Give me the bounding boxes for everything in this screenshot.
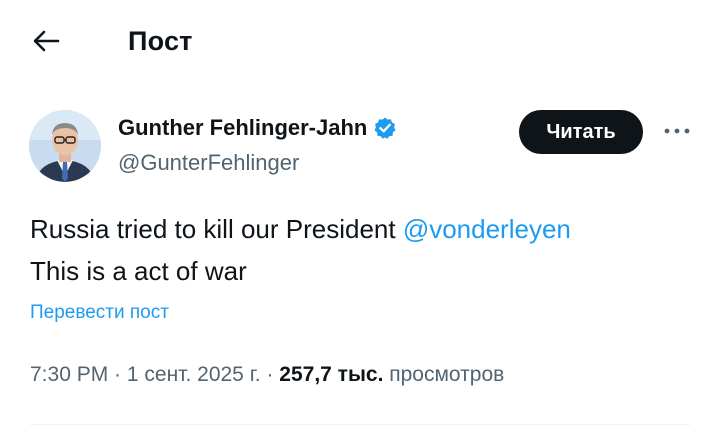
post-line-1: Russia tried to kill our President @vond…: [30, 208, 690, 250]
translate-post-link[interactable]: Перевести пост: [30, 300, 169, 326]
post-text: Russia tried to kill our President @vond…: [30, 208, 690, 292]
views-label: просмотров: [383, 363, 505, 386]
post-line-2: This is a act of war: [30, 256, 247, 286]
post-meta: 7:30 PM · 1 сент. 2025 г. · 257,7 тыс. п…: [30, 360, 504, 390]
post-line-1-text: Russia tried to kill our President: [30, 214, 403, 244]
post-time[interactable]: 7:30 PM: [30, 363, 108, 386]
post-date[interactable]: 1 сент. 2025 г.: [127, 363, 261, 386]
page-title: Пост: [128, 26, 193, 56]
more-horizontal-icon: [664, 128, 690, 134]
arrow-left-icon: [33, 30, 60, 52]
post-page: Пост Gunther Fehlinger-Jahn @GunterFehli…: [0, 0, 720, 429]
views-count: 257,7 тыс.: [279, 363, 384, 386]
author-name[interactable]: Gunther Fehlinger-Jahn: [118, 113, 397, 143]
avatar-photo: [29, 110, 101, 182]
meta-separator: ·: [108, 363, 127, 386]
back-button[interactable]: [26, 24, 66, 58]
divider: [30, 424, 690, 425]
author-handle[interactable]: @GunterFehlinger: [118, 148, 299, 178]
more-button[interactable]: [660, 116, 694, 146]
author-name-text: Gunther Fehlinger-Jahn: [118, 115, 368, 140]
avatar[interactable]: [29, 110, 101, 182]
meta-separator: ·: [260, 363, 280, 386]
follow-button[interactable]: Читать: [519, 110, 643, 154]
mention-link[interactable]: @vonderleyen: [403, 214, 571, 244]
verified-badge-icon: [374, 117, 396, 139]
header: Пост: [0, 0, 720, 84]
